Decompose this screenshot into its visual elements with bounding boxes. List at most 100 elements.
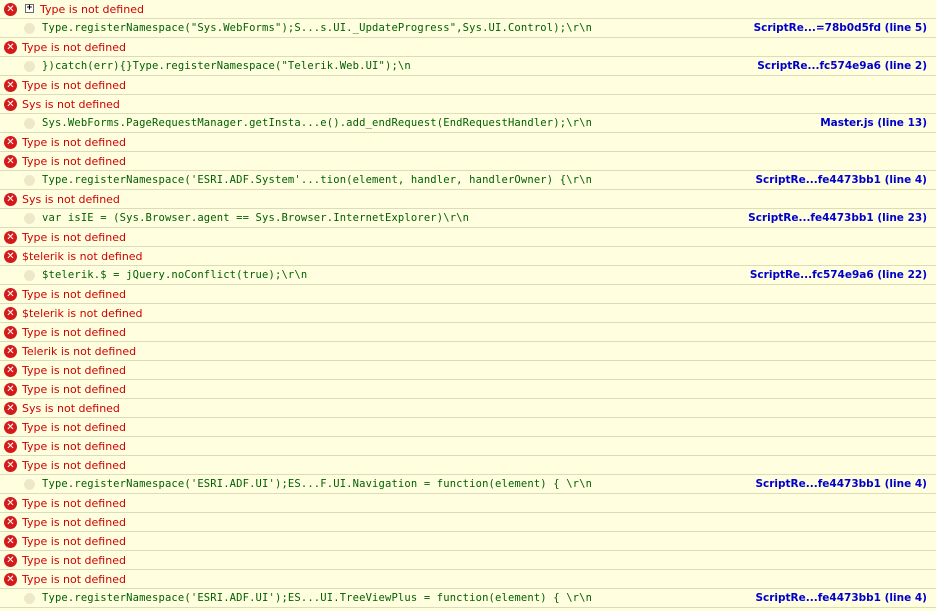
error-row[interactable]: ✕ $telerik is not defined [0, 247, 936, 266]
error-icon: ✕ [4, 193, 17, 206]
error-message: $telerik is not defined [22, 250, 143, 263]
source-row[interactable]: Sys.WebForms.PageRequestManager.getInsta… [0, 114, 936, 133]
error-row[interactable]: ✕ Type is not defined [0, 513, 936, 532]
error-message: Type is not defined [22, 288, 126, 301]
source-code: Type.registerNamespace('ESRI.ADF.System'… [42, 174, 593, 186]
source-code: Sys.WebForms.PageRequestManager.getInsta… [42, 117, 593, 129]
breakpoint-icon[interactable] [24, 175, 35, 186]
source-link[interactable]: Master.js (line 13) [820, 117, 927, 130]
error-row[interactable]: ✕ Type is not defined [0, 361, 936, 380]
error-message: Type is not defined [22, 155, 126, 168]
expand-icon[interactable]: + [25, 4, 34, 13]
error-row[interactable]: ✕ Type is not defined [0, 418, 936, 437]
error-row[interactable]: ✕ + Type is not defined [0, 0, 936, 19]
breakpoint-icon[interactable] [24, 479, 35, 490]
error-message: Type is not defined [22, 497, 126, 510]
error-row[interactable]: ✕ Sys is not defined [0, 95, 936, 114]
source-code: Type.registerNamespace("Sys.WebForms");S… [42, 22, 593, 34]
error-message: Type is not defined [40, 3, 144, 16]
error-row[interactable]: ✕ Type is not defined [0, 285, 936, 304]
error-row[interactable]: ✕ Type is not defined [0, 532, 936, 551]
source-row[interactable]: Type.registerNamespace('ESRI.ADF.System'… [0, 171, 936, 190]
error-row[interactable]: ✕ Type is not defined [0, 570, 936, 589]
error-row[interactable]: ✕ Telerik is not defined [0, 342, 936, 361]
error-icon: ✕ [4, 364, 17, 377]
source-link[interactable]: ScriptRe...=78b0d5fd (line 5) [754, 22, 927, 35]
source-row[interactable]: Type.registerNamespace('ESRI.ADF.UI');ES… [0, 475, 936, 494]
error-row[interactable]: ✕ Type is not defined [0, 551, 936, 570]
source-code: Type.registerNamespace('ESRI.ADF.UI');ES… [42, 592, 593, 604]
error-icon: ✕ [4, 3, 17, 16]
error-icon: ✕ [4, 573, 17, 586]
error-row[interactable]: ✕ Sys is not defined [0, 399, 936, 418]
error-message: Sys is not defined [22, 402, 120, 415]
source-link[interactable]: ScriptRe...fc574e9a6 (line 2) [757, 60, 927, 73]
breakpoint-icon[interactable] [24, 61, 35, 72]
error-message: Type is not defined [22, 459, 126, 472]
breakpoint-icon[interactable] [24, 213, 35, 224]
source-code: var isIE = (Sys.Browser.agent == Sys.Bro… [42, 212, 470, 224]
breakpoint-icon[interactable] [24, 23, 35, 34]
error-message: Type is not defined [22, 440, 126, 453]
source-row[interactable]: var isIE = (Sys.Browser.agent == Sys.Bro… [0, 209, 936, 228]
error-icon: ✕ [4, 250, 17, 263]
breakpoint-icon[interactable] [24, 270, 35, 281]
error-row[interactable]: ✕ Type is not defined [0, 152, 936, 171]
error-icon: ✕ [4, 402, 17, 415]
error-row[interactable]: ✕ Type is not defined [0, 494, 936, 513]
error-row[interactable]: ✕ Type is not defined [0, 437, 936, 456]
error-message: $telerik is not defined [22, 307, 143, 320]
source-row[interactable]: Type.registerNamespace('ESRI.ADF.UI');ES… [0, 589, 936, 608]
error-row[interactable]: ✕ Type is not defined [0, 38, 936, 57]
error-row[interactable]: ✕ Type is not defined [0, 133, 936, 152]
error-icon: ✕ [4, 98, 17, 111]
source-link[interactable]: ScriptRe...fe4473bb1 (line 4) [755, 478, 927, 491]
source-link[interactable]: ScriptRe...fe4473bb1 (line 4) [755, 592, 927, 605]
error-message: Type is not defined [22, 535, 126, 548]
error-icon: ✕ [4, 459, 17, 472]
error-icon: ✕ [4, 155, 17, 168]
error-icon: ✕ [4, 288, 17, 301]
error-message: Type is not defined [22, 554, 126, 567]
source-link[interactable]: ScriptRe...fe4473bb1 (line 23) [748, 212, 927, 225]
error-icon: ✕ [4, 326, 17, 339]
source-code: })catch(err){}Type.registerNamespace("Te… [42, 60, 411, 72]
source-row[interactable]: })catch(err){}Type.registerNamespace("Te… [0, 57, 936, 76]
error-icon: ✕ [4, 79, 17, 92]
error-message: Sys is not defined [22, 193, 120, 206]
error-icon: ✕ [4, 136, 17, 149]
error-icon: ✕ [4, 231, 17, 244]
error-row[interactable]: ✕ Type is not defined [0, 380, 936, 399]
error-row[interactable]: ✕ Type is not defined [0, 323, 936, 342]
error-message: Type is not defined [22, 573, 126, 586]
error-row[interactable]: ✕ Sys is not defined [0, 190, 936, 209]
error-icon: ✕ [4, 497, 17, 510]
error-icon: ✕ [4, 535, 17, 548]
error-row[interactable]: ✕ Type is not defined [0, 228, 936, 247]
breakpoint-icon[interactable] [24, 118, 35, 129]
error-row[interactable]: ✕ Type is not defined [0, 456, 936, 475]
error-message: Sys is not defined [22, 98, 120, 111]
breakpoint-icon[interactable] [24, 593, 35, 604]
error-row[interactable]: ✕ $telerik is not defined [0, 304, 936, 323]
error-icon: ✕ [4, 516, 17, 529]
source-link[interactable]: ScriptRe...fc574e9a6 (line 22) [750, 269, 927, 282]
error-console: ✕ + Type is not defined Type.registerNam… [0, 0, 936, 608]
source-row[interactable]: Type.registerNamespace("Sys.WebForms");S… [0, 19, 936, 38]
error-icon: ✕ [4, 440, 17, 453]
source-code: $telerik.$ = jQuery.noConflict(true);\r\… [42, 269, 308, 281]
error-message: Type is not defined [22, 79, 126, 92]
error-message: Type is not defined [22, 136, 126, 149]
error-message: Type is not defined [22, 516, 126, 529]
error-message: Telerik is not defined [22, 345, 137, 358]
error-message: Type is not defined [22, 41, 126, 54]
source-code: Type.registerNamespace('ESRI.ADF.UI');ES… [42, 478, 593, 490]
source-row[interactable]: $telerik.$ = jQuery.noConflict(true);\r\… [0, 266, 936, 285]
error-icon: ✕ [4, 41, 17, 54]
error-message: Type is not defined [22, 326, 126, 339]
error-message: Type is not defined [22, 383, 126, 396]
error-icon: ✕ [4, 345, 17, 358]
error-icon: ✕ [4, 554, 17, 567]
error-row[interactable]: ✕ Type is not defined [0, 76, 936, 95]
source-link[interactable]: ScriptRe...fe4473bb1 (line 4) [755, 174, 927, 187]
